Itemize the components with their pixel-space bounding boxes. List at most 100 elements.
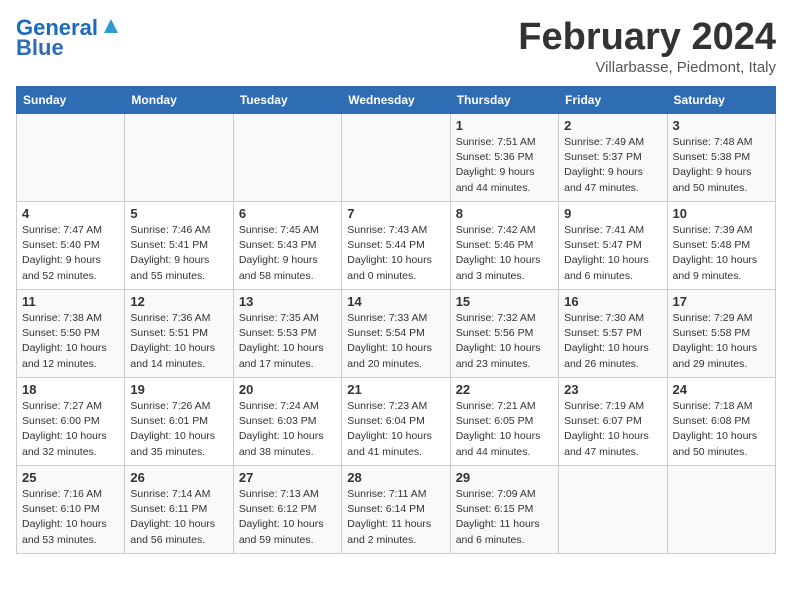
calendar-cell bbox=[667, 466, 775, 554]
logo-triangle-icon bbox=[100, 15, 122, 37]
day-info: Sunrise: 7:16 AMSunset: 6:10 PMDaylight:… bbox=[22, 487, 119, 548]
day-info: Sunrise: 7:11 AMSunset: 6:14 PMDaylight:… bbox=[347, 487, 444, 548]
logo: General Blue bbox=[16, 16, 122, 60]
calendar-cell: 20 Sunrise: 7:24 AMSunset: 6:03 PMDayligh… bbox=[233, 378, 341, 466]
day-number: 9 bbox=[564, 206, 661, 221]
calendar-cell: 21 Sunrise: 7:23 AMSunset: 6:04 PMDayligh… bbox=[342, 378, 450, 466]
calendar-cell: 4Sunrise: 7:47 AMSunset: 5:40 PMDaylight… bbox=[17, 202, 125, 290]
calendar-week-1: 1 Sunrise: 7:51 AMSunset: 5:36 PMDaylight… bbox=[17, 114, 776, 202]
day-info: Sunrise: 7:09 AMSunset: 6:15 PMDaylight:… bbox=[456, 487, 553, 548]
day-number: 21 bbox=[347, 382, 444, 397]
day-info: Sunrise: 7:36 AMSunset: 5:51 PMDaylight:… bbox=[130, 311, 227, 372]
month-title: February 2024 bbox=[518, 16, 776, 59]
day-number: 14 bbox=[347, 294, 444, 309]
calendar-cell: 6 Sunrise: 7:45 AMSunset: 5:43 PMDaylight… bbox=[233, 202, 341, 290]
calendar-week-4: 18Sunrise: 7:27 AMSunset: 6:00 PMDayligh… bbox=[17, 378, 776, 466]
day-info: Sunrise: 7:14 AMSunset: 6:11 PMDaylight:… bbox=[130, 487, 227, 548]
day-number: 7 bbox=[347, 206, 444, 221]
day-number: 5 bbox=[130, 206, 227, 221]
day-info: Sunrise: 7:47 AMSunset: 5:40 PMDaylight:… bbox=[22, 223, 119, 284]
day-number: 11 bbox=[22, 294, 119, 309]
calendar-cell: 25 Sunrise: 7:16 AMSunset: 6:10 PMDayligh… bbox=[17, 466, 125, 554]
calendar-table: SundayMondayTuesdayWednesdayThursdayFrid… bbox=[16, 86, 776, 554]
header-cell-thursday: Thursday bbox=[450, 87, 558, 114]
header-cell-tuesday: Tuesday bbox=[233, 87, 341, 114]
header-row: SundayMondayTuesdayWednesdayThursdayFrid… bbox=[17, 87, 776, 114]
day-number: 15 bbox=[456, 294, 553, 309]
day-info: Sunrise: 7:33 AMSunset: 5:54 PMDaylight:… bbox=[347, 311, 444, 372]
day-number: 23 bbox=[564, 382, 661, 397]
day-info: Sunrise: 7:51 AMSunset: 5:36 PMDaylight:… bbox=[456, 135, 553, 196]
day-number: 12 bbox=[130, 294, 227, 309]
day-number: 3 bbox=[673, 118, 770, 133]
calendar-cell: 13 Sunrise: 7:35 AMSunset: 5:53 PMDayligh… bbox=[233, 290, 341, 378]
calendar-cell: 29 Sunrise: 7:09 AMSunset: 6:15 PMDayligh… bbox=[450, 466, 558, 554]
day-number: 29 bbox=[456, 470, 553, 485]
calendar-cell: 10 Sunrise: 7:39 AMSunset: 5:48 PMDayligh… bbox=[667, 202, 775, 290]
day-number: 2 bbox=[564, 118, 661, 133]
day-number: 16 bbox=[564, 294, 661, 309]
calendar-cell: 15 Sunrise: 7:32 AMSunset: 5:56 PMDayligh… bbox=[450, 290, 558, 378]
day-info: Sunrise: 7:48 AMSunset: 5:38 PMDaylight:… bbox=[673, 135, 770, 196]
day-number: 18 bbox=[22, 382, 119, 397]
day-info: Sunrise: 7:46 AMSunset: 5:41 PMDaylight:… bbox=[130, 223, 227, 284]
day-number: 25 bbox=[22, 470, 119, 485]
logo-blue-text: Blue bbox=[16, 36, 64, 60]
day-number: 6 bbox=[239, 206, 336, 221]
calendar-body: 1 Sunrise: 7:51 AMSunset: 5:36 PMDaylight… bbox=[17, 114, 776, 554]
day-info: Sunrise: 7:43 AMSunset: 5:44 PMDaylight:… bbox=[347, 223, 444, 284]
calendar-week-5: 25 Sunrise: 7:16 AMSunset: 6:10 PMDayligh… bbox=[17, 466, 776, 554]
calendar-cell: 26 Sunrise: 7:14 AMSunset: 6:11 PMDayligh… bbox=[125, 466, 233, 554]
calendar-cell: 24 Sunrise: 7:18 AMSunset: 6:08 PMDayligh… bbox=[667, 378, 775, 466]
day-number: 19 bbox=[130, 382, 227, 397]
page-header: General Blue February 2024 Villarbasse, … bbox=[16, 16, 776, 76]
day-info: Sunrise: 7:26 AMSunset: 6:01 PMDaylight:… bbox=[130, 399, 227, 460]
calendar-cell: 3 Sunrise: 7:48 AMSunset: 5:38 PMDaylight… bbox=[667, 114, 775, 202]
calendar-cell bbox=[125, 114, 233, 202]
day-info: Sunrise: 7:18 AMSunset: 6:08 PMDaylight:… bbox=[673, 399, 770, 460]
day-info: Sunrise: 7:23 AMSunset: 6:04 PMDaylight:… bbox=[347, 399, 444, 460]
calendar-cell: 5 Sunrise: 7:46 AMSunset: 5:41 PMDaylight… bbox=[125, 202, 233, 290]
header-cell-monday: Monday bbox=[125, 87, 233, 114]
day-info: Sunrise: 7:38 AMSunset: 5:50 PMDaylight:… bbox=[22, 311, 119, 372]
calendar-cell: 9 Sunrise: 7:41 AMSunset: 5:47 PMDaylight… bbox=[559, 202, 667, 290]
calendar-cell: 1 Sunrise: 7:51 AMSunset: 5:36 PMDaylight… bbox=[450, 114, 558, 202]
calendar-cell: 28Sunrise: 7:11 AMSunset: 6:14 PMDayligh… bbox=[342, 466, 450, 554]
day-number: 10 bbox=[673, 206, 770, 221]
calendar-cell bbox=[17, 114, 125, 202]
day-number: 1 bbox=[456, 118, 553, 133]
day-info: Sunrise: 7:42 AMSunset: 5:46 PMDaylight:… bbox=[456, 223, 553, 284]
day-info: Sunrise: 7:19 AMSunset: 6:07 PMDaylight:… bbox=[564, 399, 661, 460]
day-info: Sunrise: 7:41 AMSunset: 5:47 PMDaylight:… bbox=[564, 223, 661, 284]
calendar-cell bbox=[559, 466, 667, 554]
calendar-week-3: 11 Sunrise: 7:38 AMSunset: 5:50 PMDayligh… bbox=[17, 290, 776, 378]
day-number: 24 bbox=[673, 382, 770, 397]
day-info: Sunrise: 7:45 AMSunset: 5:43 PMDaylight:… bbox=[239, 223, 336, 284]
day-number: 8 bbox=[456, 206, 553, 221]
day-info: Sunrise: 7:24 AMSunset: 6:03 PMDaylight:… bbox=[239, 399, 336, 460]
title-block: February 2024 Villarbasse, Piedmont, Ita… bbox=[518, 16, 776, 76]
calendar-cell: 22 Sunrise: 7:21 AMSunset: 6:05 PMDayligh… bbox=[450, 378, 558, 466]
day-info: Sunrise: 7:32 AMSunset: 5:56 PMDaylight:… bbox=[456, 311, 553, 372]
header-cell-wednesday: Wednesday bbox=[342, 87, 450, 114]
calendar-cell: 18Sunrise: 7:27 AMSunset: 6:00 PMDayligh… bbox=[17, 378, 125, 466]
day-info: Sunrise: 7:29 AMSunset: 5:58 PMDaylight:… bbox=[673, 311, 770, 372]
calendar-cell: 12 Sunrise: 7:36 AMSunset: 5:51 PMDayligh… bbox=[125, 290, 233, 378]
day-number: 13 bbox=[239, 294, 336, 309]
day-number: 26 bbox=[130, 470, 227, 485]
location-subtitle: Villarbasse, Piedmont, Italy bbox=[518, 59, 776, 76]
day-info: Sunrise: 7:35 AMSunset: 5:53 PMDaylight:… bbox=[239, 311, 336, 372]
day-number: 20 bbox=[239, 382, 336, 397]
calendar-cell: 14 Sunrise: 7:33 AMSunset: 5:54 PMDayligh… bbox=[342, 290, 450, 378]
day-info: Sunrise: 7:21 AMSunset: 6:05 PMDaylight:… bbox=[456, 399, 553, 460]
day-info: Sunrise: 7:39 AMSunset: 5:48 PMDaylight:… bbox=[673, 223, 770, 284]
day-number: 22 bbox=[456, 382, 553, 397]
calendar-cell: 27Sunrise: 7:13 AMSunset: 6:12 PMDayligh… bbox=[233, 466, 341, 554]
calendar-cell: 7 Sunrise: 7:43 AMSunset: 5:44 PMDaylight… bbox=[342, 202, 450, 290]
calendar-cell: 17Sunrise: 7:29 AMSunset: 5:58 PMDayligh… bbox=[667, 290, 775, 378]
calendar-week-2: 4Sunrise: 7:47 AMSunset: 5:40 PMDaylight… bbox=[17, 202, 776, 290]
calendar-cell: 11 Sunrise: 7:38 AMSunset: 5:50 PMDayligh… bbox=[17, 290, 125, 378]
calendar-header: SundayMondayTuesdayWednesdayThursdayFrid… bbox=[17, 87, 776, 114]
calendar-cell bbox=[233, 114, 341, 202]
calendar-cell: 23 Sunrise: 7:19 AMSunset: 6:07 PMDayligh… bbox=[559, 378, 667, 466]
